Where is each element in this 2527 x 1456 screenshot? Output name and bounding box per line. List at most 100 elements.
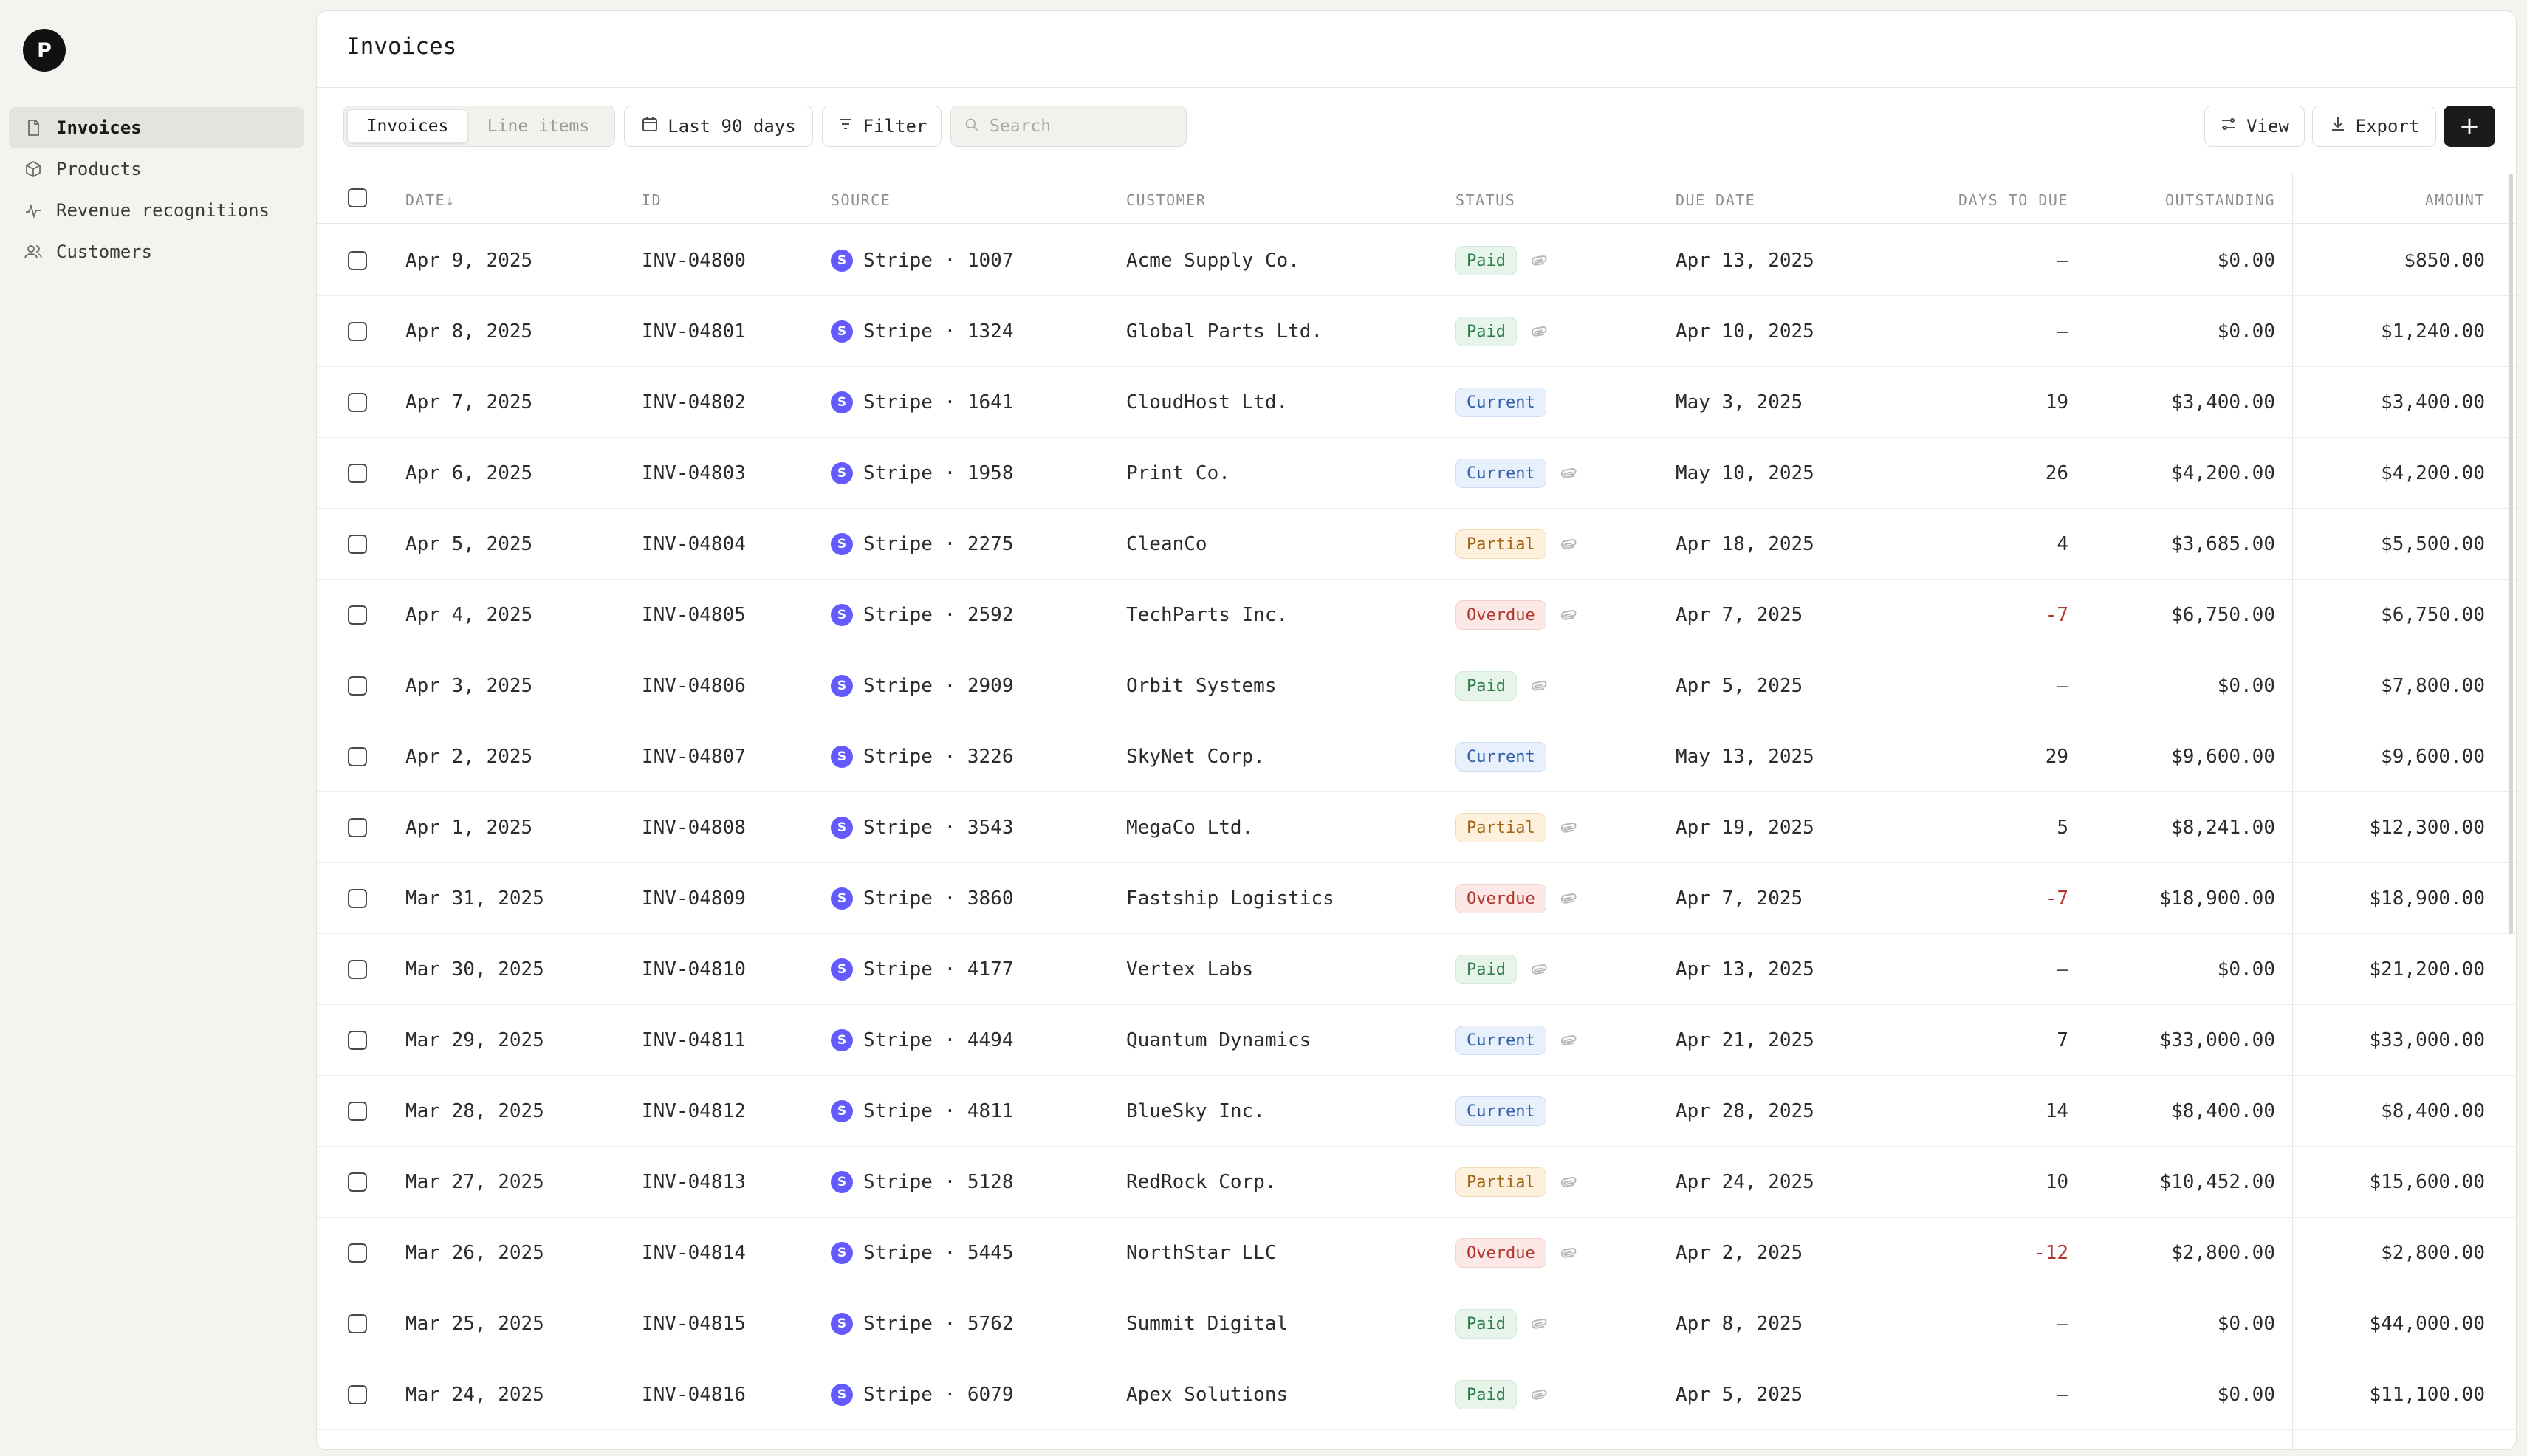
table-row[interactable]: Apr 9, 2025 INV-04800 S Stripe · 1007 Acme S… xyxy=(317,225,2516,296)
table-row[interactable]: Apr 4, 2025 INV-04805 S Stripe · 2592 TechPa… xyxy=(317,580,2516,650)
table-row[interactable]: Mar 31, 2025 INV-04809 S Stripe · 3860 Fasts… xyxy=(317,863,2516,934)
table-row[interactable]: Mar 30, 2025 INV-04810 S Stripe · 4177 Verte… xyxy=(317,934,2516,1005)
row-checkbox[interactable] xyxy=(348,747,367,766)
column-header-id[interactable]: ID xyxy=(642,191,662,209)
paperclip-icon[interactable] xyxy=(1530,323,1548,340)
sidebar-item-invoices[interactable]: Invoices xyxy=(9,107,304,148)
row-checkbox[interactable] xyxy=(348,464,367,483)
paperclip-icon[interactable] xyxy=(1560,819,1577,837)
invoice-id[interactable]: INV-04813 xyxy=(642,1147,746,1218)
customer-name[interactable]: Fastship Logistics xyxy=(1126,863,1334,934)
sidebar-item-revenue-recognitions[interactable]: Revenue recognitions xyxy=(9,190,304,231)
row-checkbox[interactable] xyxy=(348,1031,367,1050)
customer-name[interactable]: Orbit Systems xyxy=(1126,650,1277,721)
table-row[interactable]: Apr 7, 2025 INV-04802 S Stripe · 1641 CloudH… xyxy=(317,367,2516,438)
table-row[interactable]: Apr 1, 2025 INV-04808 S Stripe · 3543 MegaCo… xyxy=(317,792,2516,863)
filter-button[interactable]: Filter xyxy=(822,106,942,147)
invoice-id[interactable]: INV-04800 xyxy=(642,225,746,296)
column-header-date[interactable]: Date↓ xyxy=(405,191,456,209)
row-checkbox[interactable] xyxy=(348,322,367,341)
customer-name[interactable]: MegaCo Ltd. xyxy=(1126,792,1253,863)
column-header-days-to-due[interactable]: Days to due xyxy=(1912,191,2068,209)
customer-name[interactable]: TechParts Inc. xyxy=(1126,580,1288,650)
table-row[interactable]: Mar 26, 2025 INV-04814 S Stripe · 5445 North… xyxy=(317,1218,2516,1288)
invoice-id[interactable]: INV-04804 xyxy=(642,509,746,580)
customer-name[interactable]: RedRock Corp. xyxy=(1126,1147,1277,1218)
tab-invoices[interactable]: Invoices xyxy=(347,109,468,143)
customer-name[interactable]: SkyNet Corp. xyxy=(1126,721,1265,792)
invoice-id[interactable]: INV-04814 xyxy=(642,1218,746,1288)
paperclip-icon[interactable] xyxy=(1560,1031,1577,1049)
add-invoice-button[interactable]: + xyxy=(2444,106,2495,147)
search-input[interactable] xyxy=(990,117,1167,136)
sidebar-item-customers[interactable]: Customers xyxy=(9,231,304,272)
customer-name[interactable]: Print Co. xyxy=(1126,438,1230,509)
customer-name[interactable]: Global Parts Ltd. xyxy=(1126,296,1323,367)
invoice-id[interactable]: INV-04811 xyxy=(642,1005,746,1076)
row-checkbox[interactable] xyxy=(348,605,367,625)
row-checkbox[interactable] xyxy=(348,1102,367,1121)
sidebar-item-products[interactable]: Products xyxy=(9,148,304,190)
column-header-source[interactable]: Source xyxy=(831,191,891,209)
paperclip-icon[interactable] xyxy=(1530,961,1548,978)
column-header-due-date[interactable]: Due date xyxy=(1676,191,1755,209)
column-header-status[interactable]: Status xyxy=(1455,191,1515,209)
invoice-id[interactable]: INV-04806 xyxy=(642,650,746,721)
paperclip-icon[interactable] xyxy=(1530,1386,1548,1404)
row-checkbox[interactable] xyxy=(348,1172,367,1192)
view-button[interactable]: View xyxy=(2204,106,2305,147)
date-range-button[interactable]: Last 90 days xyxy=(624,106,813,147)
row-checkbox[interactable] xyxy=(348,960,367,979)
invoice-id[interactable]: INV-04810 xyxy=(642,934,746,1005)
invoice-id[interactable]: INV-04805 xyxy=(642,580,746,650)
table-row[interactable]: Mar 29, 2025 INV-04811 S Stripe · 4494 Quant… xyxy=(317,1005,2516,1076)
customer-name[interactable]: Summit Digital xyxy=(1126,1288,1288,1359)
customer-name[interactable]: Apex Solutions xyxy=(1126,1359,1288,1430)
table-row[interactable]: Mar 25, 2025 INV-04815 S Stripe · 5762 Summi… xyxy=(317,1288,2516,1359)
row-checkbox[interactable] xyxy=(348,535,367,554)
paperclip-icon[interactable] xyxy=(1560,535,1577,553)
tab-line-items[interactable]: Line items xyxy=(468,109,608,143)
invoice-id[interactable]: INV-04803 xyxy=(642,438,746,509)
invoice-id[interactable]: INV-04801 xyxy=(642,296,746,367)
customer-name[interactable]: NorthStar LLC xyxy=(1126,1218,1277,1288)
paperclip-icon[interactable] xyxy=(1530,1315,1548,1333)
invoice-id[interactable]: INV-04807 xyxy=(642,721,746,792)
customer-name[interactable]: CleanCo xyxy=(1126,509,1207,580)
invoice-id[interactable]: INV-04802 xyxy=(642,367,746,438)
app-logo[interactable]: P xyxy=(23,29,66,72)
customer-name[interactable]: Vertex Labs xyxy=(1126,934,1253,1005)
table-row[interactable]: Mar 27, 2025 INV-04813 S Stripe · 5128 RedRo… xyxy=(317,1147,2516,1218)
customer-name[interactable]: BlueSky Inc. xyxy=(1126,1076,1265,1147)
paperclip-icon[interactable] xyxy=(1530,252,1548,269)
row-checkbox[interactable] xyxy=(348,1385,367,1404)
paperclip-icon[interactable] xyxy=(1530,677,1548,695)
row-checkbox[interactable] xyxy=(348,1243,367,1263)
paperclip-icon[interactable] xyxy=(1560,1244,1577,1262)
table-row[interactable]: Apr 3, 2025 INV-04806 S Stripe · 2909 Orbit … xyxy=(317,650,2516,721)
table-row[interactable]: Apr 6, 2025 INV-04803 S Stripe · 1958 Print … xyxy=(317,438,2516,509)
paperclip-icon[interactable] xyxy=(1560,606,1577,624)
paperclip-icon[interactable] xyxy=(1560,890,1577,907)
row-checkbox[interactable] xyxy=(348,676,367,696)
row-checkbox[interactable] xyxy=(348,1314,367,1333)
table-row[interactable]: Apr 2, 2025 INV-04807 S Stripe · 3226 SkyNet… xyxy=(317,721,2516,792)
table-scrollbar[interactable] xyxy=(2509,174,2513,934)
column-header-amount[interactable]: Amount xyxy=(2311,191,2485,209)
invoice-id[interactable]: INV-04816 xyxy=(642,1359,746,1430)
invoice-id[interactable]: INV-04809 xyxy=(642,863,746,934)
paperclip-icon[interactable] xyxy=(1560,1173,1577,1191)
table-row[interactable]: Apr 5, 2025 INV-04804 S Stripe · 2275 CleanC… xyxy=(317,509,2516,580)
customer-name[interactable]: Acme Supply Co. xyxy=(1126,225,1300,296)
row-checkbox[interactable] xyxy=(348,251,367,270)
table-row[interactable]: Mar 28, 2025 INV-04812 S Stripe · 4811 BlueS… xyxy=(317,1076,2516,1147)
select-all-checkbox[interactable] xyxy=(348,188,367,207)
table-row[interactable]: Mar 24, 2025 INV-04816 S Stripe · 6079 Apex … xyxy=(317,1359,2516,1430)
row-checkbox[interactable] xyxy=(348,393,367,412)
export-button[interactable]: Export xyxy=(2312,106,2436,147)
paperclip-icon[interactable] xyxy=(1560,464,1577,482)
row-checkbox[interactable] xyxy=(348,889,367,908)
column-header-outstanding[interactable]: Outstanding xyxy=(2089,191,2275,209)
invoice-id[interactable]: INV-04812 xyxy=(642,1076,746,1147)
invoice-id[interactable]: INV-04815 xyxy=(642,1288,746,1359)
